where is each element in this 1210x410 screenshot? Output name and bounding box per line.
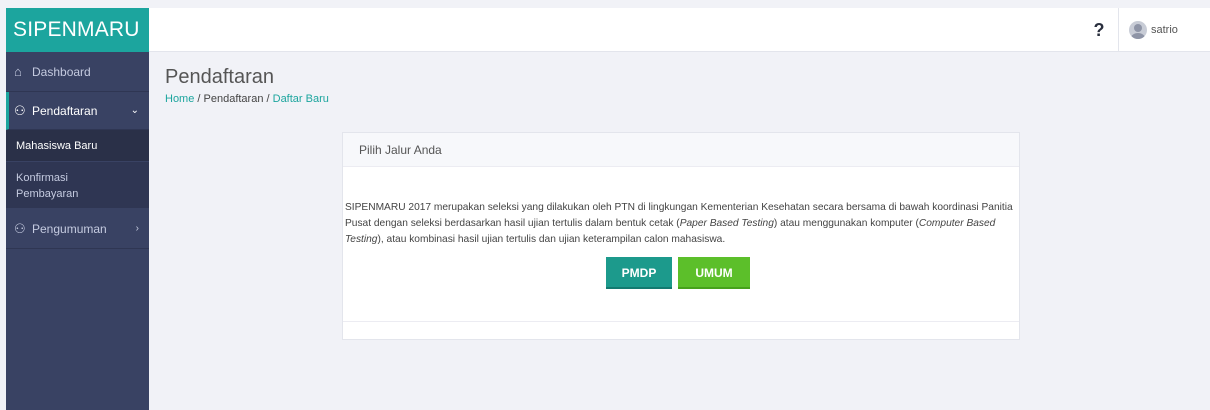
- chevron-right-icon: ›: [135, 223, 139, 234]
- sidebar-item-label: Pendaftaran: [32, 103, 98, 118]
- card-title: Pilih Jalur Anda: [343, 133, 1019, 167]
- breadcrumb: Home / Pendaftaran / Daftar Baru: [165, 93, 329, 105]
- sidebar-item-pengumuman[interactable]: ⚇ Pengumuman ›: [6, 209, 149, 249]
- user-menu[interactable]: satrio: [1129, 20, 1178, 40]
- umum-button[interactable]: UMUM: [678, 257, 750, 289]
- users-icon: ⚇: [14, 220, 26, 236]
- user-name: satrio: [1151, 24, 1178, 36]
- sidebar-item-label: Dashboard: [32, 64, 91, 79]
- sidebar-subitem-konfirmasi-pembayaran[interactable]: Konfirmasi Pembayaran: [6, 162, 149, 209]
- breadcrumb-pendaftaran: Pendaftaran: [203, 93, 264, 105]
- sidebar-item-pendaftaran[interactable]: ⚇ Pendaftaran ⌄: [6, 92, 149, 130]
- sidebar-subitem-label: Konfirmasi: [16, 172, 68, 184]
- home-icon: ⌂: [14, 64, 22, 79]
- breadcrumb-home-link[interactable]: Home: [165, 93, 194, 105]
- topbar: ? satrio: [149, 8, 1210, 52]
- sidebar-subitem-label: Pembayaran: [16, 188, 79, 200]
- topbar-divider: [1118, 8, 1119, 52]
- card-description: SIPENMARU 2017 merupakan seleksi yang di…: [343, 167, 1019, 248]
- sidebar-item-dashboard[interactable]: ⌂ Dashboard: [6, 52, 149, 92]
- pmdp-button[interactable]: PMDP: [606, 257, 672, 289]
- brand-logo[interactable]: SIPENMARU: [6, 8, 149, 52]
- breadcrumb-current-link[interactable]: Daftar Baru: [273, 93, 329, 105]
- page-title: Pendaftaran: [165, 66, 274, 88]
- sidebar-item-label: Pengumuman: [32, 221, 107, 236]
- route-buttons: PMDP UMUM: [606, 257, 750, 289]
- description-text: ), atau kombinasi hasil ujian tertulis d…: [377, 234, 726, 245]
- description-emphasis: Paper Based Testing: [679, 218, 774, 229]
- sidebar: SIPENMARU ⌂ Dashboard ⚇ Pendaftaran ⌄ Ma…: [6, 8, 149, 410]
- card-footer: [343, 321, 1019, 339]
- sidebar-subitem-mahasiswa-baru[interactable]: Mahasiswa Baru: [6, 130, 149, 162]
- description-text: ) atau menggunakan komputer (: [773, 218, 919, 229]
- users-icon: ⚇: [14, 102, 26, 118]
- breadcrumb-separator: /: [263, 93, 273, 105]
- breadcrumb-separator: /: [194, 93, 204, 105]
- avatar: [1129, 21, 1147, 39]
- route-card: Pilih Jalur Anda SIPENMARU 2017 merupaka…: [342, 132, 1020, 340]
- help-icon[interactable]: ?: [1088, 19, 1110, 41]
- chevron-down-icon: ⌄: [130, 105, 139, 116]
